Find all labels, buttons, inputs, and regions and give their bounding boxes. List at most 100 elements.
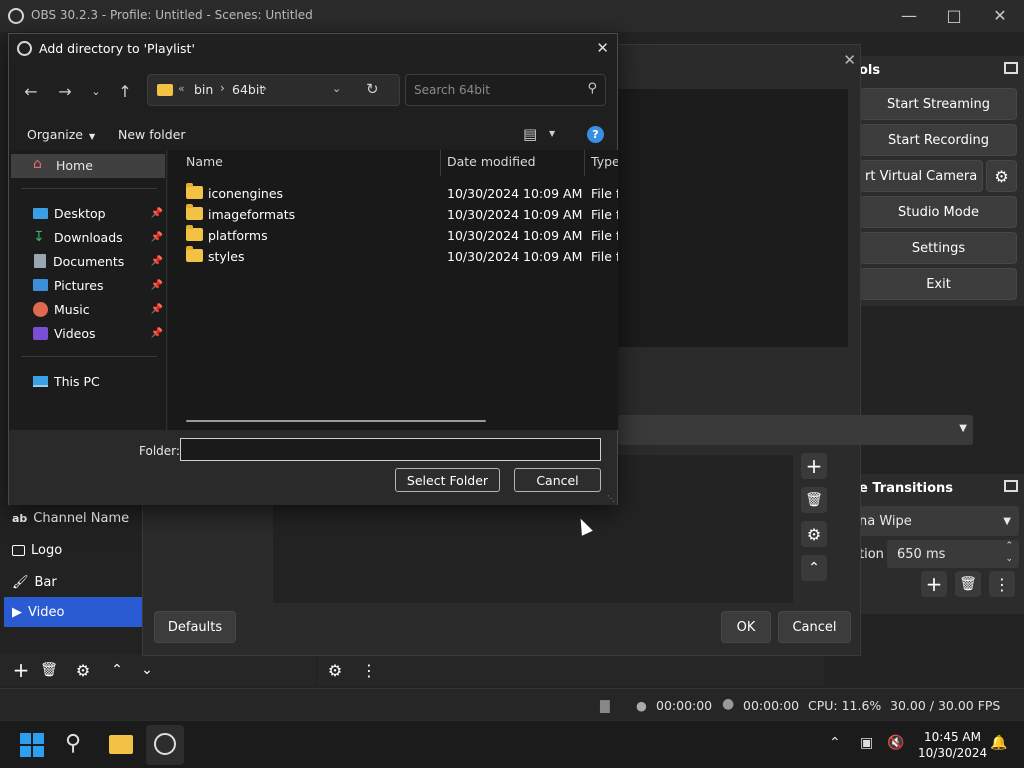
file-row[interactable]: styles 10/30/2024 10:09 AM File fo bbox=[168, 246, 618, 267]
add-source-icon[interactable]: + bbox=[6, 655, 36, 685]
brush-icon: 🖌 bbox=[12, 574, 29, 590]
chevron-down-icon[interactable]: ▼ bbox=[549, 129, 555, 138]
move-up-icon[interactable]: ⌃ bbox=[102, 655, 132, 685]
view-options-icon[interactable]: ▤ bbox=[523, 125, 537, 143]
help-icon[interactable]: ? bbox=[587, 126, 604, 143]
minimize-icon[interactable]: — bbox=[886, 4, 932, 28]
breadcrumb-64bit[interactable]: 64bit bbox=[232, 82, 264, 97]
volume-muted-icon[interactable]: 🔇 bbox=[887, 735, 904, 751]
dialog-footer: Folder: Select Folder Cancel ⋱ bbox=[9, 430, 617, 505]
notification-bell-icon[interactable]: 🔔 bbox=[990, 735, 1007, 751]
taskbar-clock[interactable]: 10:45 AM 10/30/2024 bbox=[918, 729, 987, 761]
file-row[interactable]: iconengines 10/30/2024 10:09 AM File fo bbox=[168, 183, 618, 204]
obs-taskbar-icon[interactable] bbox=[146, 725, 184, 765]
file-properties-icon[interactable]: ⚙ bbox=[801, 521, 827, 547]
cancel-button[interactable]: Cancel bbox=[778, 611, 851, 643]
source-item-selected[interactable]: ▶ Video bbox=[4, 597, 142, 627]
add-transition-icon[interactable]: + bbox=[921, 571, 947, 597]
start-virtual-camera-button[interactable]: rt Virtual Camera bbox=[860, 160, 983, 192]
search-icon[interactable]: ⚲ bbox=[587, 81, 597, 96]
transition-select[interactable]: na Wipe ▼ bbox=[855, 506, 1019, 536]
column-header-type[interactable]: Type bbox=[591, 154, 618, 169]
add-file-icon[interactable]: + bbox=[801, 453, 827, 479]
transition-select-value: na Wipe bbox=[859, 513, 912, 529]
cancel-button[interactable]: Cancel bbox=[514, 468, 601, 492]
dialog-toolbar: Organize ▼ New folder ▤ ▼ ? bbox=[9, 120, 617, 150]
studio-mode-button[interactable]: Studio Mode bbox=[860, 196, 1017, 228]
resize-grip-icon[interactable]: ⋱ bbox=[607, 494, 615, 503]
source-properties-icon[interactable]: ⚙ bbox=[68, 655, 98, 685]
recent-locations-icon[interactable]: ⌄ bbox=[84, 82, 108, 102]
column-header-name[interactable]: Name bbox=[186, 154, 223, 169]
virtual-camera-settings-icon[interactable]: ⚙ bbox=[986, 160, 1017, 192]
nav-item-home-selected[interactable]: ⌂ Home bbox=[11, 154, 165, 178]
column-separator[interactable] bbox=[584, 150, 585, 176]
chevron-up-icon[interactable]: ⌃ bbox=[829, 735, 841, 751]
folder-input[interactable] bbox=[180, 438, 601, 461]
breadcrumb-bin[interactable]: bin bbox=[194, 82, 213, 97]
maximize-icon[interactable]: □ bbox=[931, 4, 977, 28]
close-icon[interactable]: ✕ bbox=[843, 51, 856, 69]
nav-item-desktop[interactable]: Desktop 📌 bbox=[33, 202, 163, 224]
address-history-icon[interactable]: ⌄ bbox=[332, 82, 341, 95]
mixer-menu-icon[interactable]: ⋮ bbox=[354, 655, 384, 685]
source-item[interactable]: Logo bbox=[4, 535, 142, 565]
close-icon[interactable]: ✕ bbox=[977, 4, 1023, 28]
defaults-button[interactable]: Defaults bbox=[154, 611, 236, 643]
nav-item-pictures[interactable]: Pictures 📌 bbox=[33, 274, 163, 296]
up-arrow-icon[interactable]: ↑ bbox=[113, 82, 137, 102]
file-row[interactable]: imageformats 10/30/2024 10:09 AM File fo bbox=[168, 204, 618, 225]
exit-button[interactable]: Exit bbox=[860, 268, 1017, 300]
refresh-icon[interactable]: ↻ bbox=[366, 80, 379, 98]
back-arrow-icon[interactable]: ← bbox=[19, 82, 43, 102]
dock-float-icon[interactable] bbox=[1004, 62, 1018, 74]
pin-icon[interactable]: 📌 bbox=[151, 304, 163, 315]
mixer-settings-icon[interactable]: ⚙ bbox=[320, 655, 350, 685]
pin-icon[interactable]: 📌 bbox=[151, 208, 163, 219]
file-row[interactable]: platforms 10/30/2024 10:09 AM File fo bbox=[168, 225, 618, 246]
pin-icon[interactable]: 📌 bbox=[151, 328, 163, 339]
remove-transition-icon[interactable]: 🗑 bbox=[955, 571, 981, 597]
pin-icon[interactable]: 📌 bbox=[151, 232, 163, 243]
remove-file-icon[interactable]: 🗑 bbox=[801, 487, 827, 513]
move-down-icon[interactable]: ⌄ bbox=[132, 655, 162, 685]
file-explorer-icon[interactable] bbox=[109, 735, 133, 754]
overflow-chevron-icon[interactable]: « bbox=[178, 82, 185, 95]
ok-button[interactable]: OK bbox=[721, 611, 771, 643]
search-input[interactable]: Search 64bit ⚲ bbox=[405, 74, 606, 106]
nav-item-label: Home bbox=[56, 158, 93, 173]
address-bar[interactable]: « bin › 64bit › ⌄ ↻ bbox=[147, 74, 400, 106]
move-up-icon[interactable]: ⌃ bbox=[801, 555, 827, 581]
horizontal-scrollbar[interactable] bbox=[186, 420, 486, 422]
source-item[interactable]: ab Channel Name bbox=[4, 503, 142, 533]
close-icon[interactable]: ✕ bbox=[596, 39, 609, 57]
properties-dropdown[interactable]: ▼ bbox=[618, 415, 973, 445]
column-header-date-modified[interactable]: Date modified bbox=[447, 154, 536, 169]
nav-item-downloads[interactable]: ↧ Downloads 📌 bbox=[33, 226, 163, 248]
nav-item-videos[interactable]: Videos 📌 bbox=[33, 322, 163, 344]
start-streaming-button[interactable]: Start Streaming bbox=[860, 88, 1017, 120]
windows-start-icon[interactable] bbox=[20, 733, 44, 757]
network-status-icon[interactable]: ▣ bbox=[860, 735, 873, 751]
select-folder-button[interactable]: Select Folder bbox=[395, 468, 500, 492]
settings-button[interactable]: Settings bbox=[860, 232, 1017, 264]
start-recording-button[interactable]: Start Recording bbox=[860, 124, 1017, 156]
transition-menu-icon[interactable]: ⋮ bbox=[989, 571, 1015, 597]
dock-float-icon[interactable] bbox=[1004, 480, 1018, 492]
search-icon[interactable]: ⚲ bbox=[65, 731, 81, 756]
remove-source-icon[interactable]: 🗑 bbox=[34, 655, 64, 685]
forward-arrow-icon[interactable]: → bbox=[53, 82, 77, 102]
nav-item-documents[interactable]: Documents 📌 bbox=[33, 250, 163, 272]
organize-button[interactable]: Organize ▼ bbox=[27, 127, 95, 142]
pin-icon[interactable]: 📌 bbox=[151, 256, 163, 267]
nav-item-music[interactable]: Music 📌 bbox=[33, 298, 163, 320]
file-name: styles bbox=[208, 249, 245, 264]
file-date: 10/30/2024 10:09 AM bbox=[447, 186, 583, 201]
stepper-icon[interactable]: ⌃ ⌄ bbox=[1005, 540, 1013, 566]
column-separator[interactable] bbox=[440, 150, 441, 176]
pin-icon[interactable]: 📌 bbox=[151, 280, 163, 291]
source-item[interactable]: 🖌 Bar bbox=[4, 567, 142, 597]
nav-item-this-pc[interactable]: This PC bbox=[33, 370, 163, 392]
duration-input[interactable]: 650 ms ⌃ ⌄ bbox=[887, 540, 1019, 568]
new-folder-button[interactable]: New folder bbox=[118, 127, 186, 142]
